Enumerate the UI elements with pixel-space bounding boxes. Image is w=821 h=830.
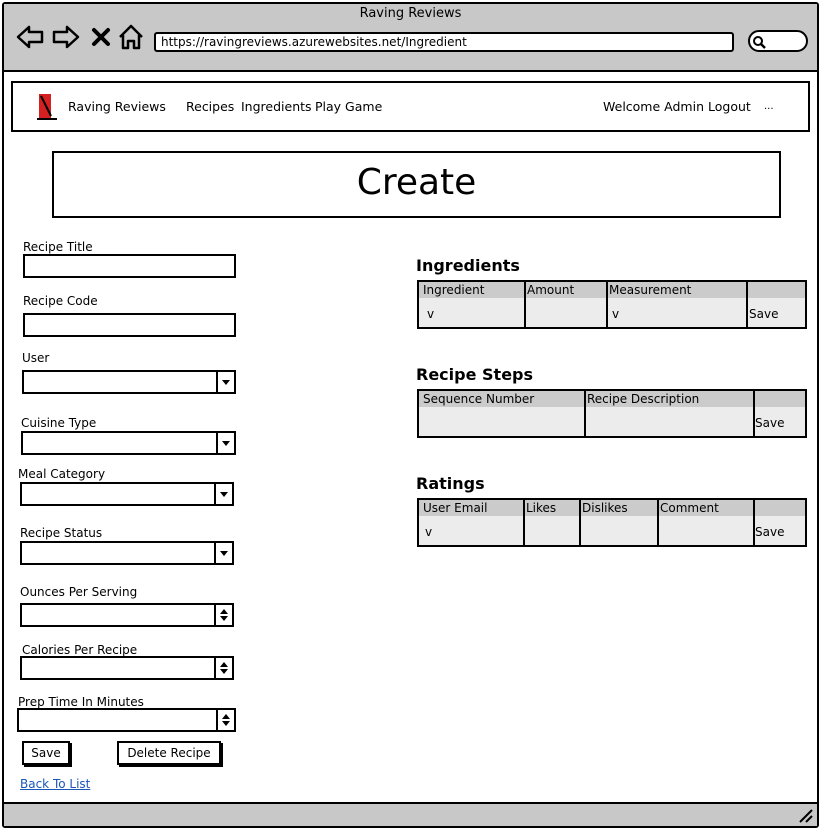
chevron-down-icon <box>214 484 228 504</box>
address-bar[interactable]: https://ravingreviews.azurewebsites.net/… <box>154 32 734 52</box>
window-title: Raving Reviews <box>359 6 462 21</box>
search-icon <box>753 36 766 49</box>
stepper-arrows-icon <box>214 658 228 678</box>
column-header: Dislikes <box>582 501 628 515</box>
recipe-status-select[interactable] <box>20 541 234 565</box>
cuisine-type-label: Cuisine Type <box>21 416 97 430</box>
user-email-dropdown[interactable]: v <box>425 525 432 539</box>
ounces-per-serving-stepper[interactable] <box>20 603 234 627</box>
column-header: Amount <box>527 283 575 297</box>
logout-link[interactable]: Logout <box>708 99 751 115</box>
user-select[interactable] <box>22 370 236 394</box>
save-button[interactable]: Save <box>22 741 70 765</box>
delete-recipe-button[interactable]: Delete Recipe <box>117 741 221 765</box>
recipe-title-input[interactable] <box>23 254 236 278</box>
column-header: Measurement <box>609 283 692 297</box>
ingredient-dropdown[interactable]: v <box>427 307 434 321</box>
resize-grip-icon[interactable] <box>798 808 814 824</box>
column-header: Ingredient <box>423 283 485 297</box>
brand-name[interactable]: Raving Reviews <box>68 99 166 115</box>
column-header: Sequence Number <box>423 392 535 406</box>
calories-per-recipe-stepper[interactable] <box>20 656 234 680</box>
welcome-text: Welcome Admin <box>603 99 704 114</box>
column-header: Comment <box>660 501 719 515</box>
recipe-steps-grid: Sequence Number Recipe Description Save <box>417 389 807 438</box>
back-to-list-link[interactable]: Back To List <box>20 777 90 791</box>
calories-per-recipe-label: Calories Per Recipe <box>22 643 138 657</box>
nav-recipes[interactable]: Recipes <box>186 99 234 115</box>
user-label: User <box>22 351 50 365</box>
stepper-arrows-icon <box>216 710 230 730</box>
rating-save-button[interactable]: Save <box>755 525 784 539</box>
column-header: Likes <box>526 501 557 515</box>
column-header: User Email <box>423 501 488 515</box>
ingredients-grid: Ingredient Amount Measurement v v Save <box>417 280 807 329</box>
chevron-down-icon <box>216 433 230 453</box>
column-header: Recipe Description <box>587 392 700 406</box>
arrow-left-icon[interactable] <box>16 24 44 50</box>
ratings-heading: Ratings <box>416 474 485 493</box>
more-menu[interactable]: ... <box>764 99 774 115</box>
step-save-button[interactable]: Save <box>755 416 784 430</box>
recipe-code-label: Recipe Code <box>23 294 98 308</box>
chevron-down-icon <box>214 543 228 563</box>
stepper-arrows-icon <box>214 605 228 625</box>
browser-statusbar <box>4 802 817 826</box>
recipe-steps-heading: Recipe Steps <box>416 365 534 384</box>
ingredient-save-button[interactable]: Save <box>749 307 778 321</box>
ounces-per-serving-label: Ounces Per Serving <box>20 585 138 599</box>
page-title: Create <box>356 162 477 203</box>
brand-logo[interactable] <box>36 92 58 122</box>
close-icon[interactable] <box>90 24 112 50</box>
nav-ingredients[interactable]: Ingredients <box>241 99 312 115</box>
recipe-status-label: Recipe Status <box>20 526 103 540</box>
measurement-dropdown[interactable]: v <box>612 307 619 321</box>
prep-time-stepper[interactable] <box>17 708 236 732</box>
ratings-grid: User Email Likes Dislikes Comment v Save <box>417 498 807 547</box>
meal-category-select[interactable] <box>20 482 234 506</box>
recipe-title-label: Recipe Title <box>23 240 93 254</box>
prep-time-label: Prep Time In Minutes <box>18 695 144 709</box>
chevron-down-icon <box>216 372 230 392</box>
ingredients-heading: Ingredients <box>416 256 520 275</box>
recipe-code-input[interactable] <box>23 313 236 337</box>
nav-play-game[interactable]: Play Game <box>315 99 382 115</box>
cuisine-type-select[interactable] <box>21 431 236 455</box>
home-icon[interactable] <box>117 24 145 50</box>
meal-category-label: Meal Category <box>18 467 106 481</box>
arrow-right-icon[interactable] <box>52 24 80 50</box>
